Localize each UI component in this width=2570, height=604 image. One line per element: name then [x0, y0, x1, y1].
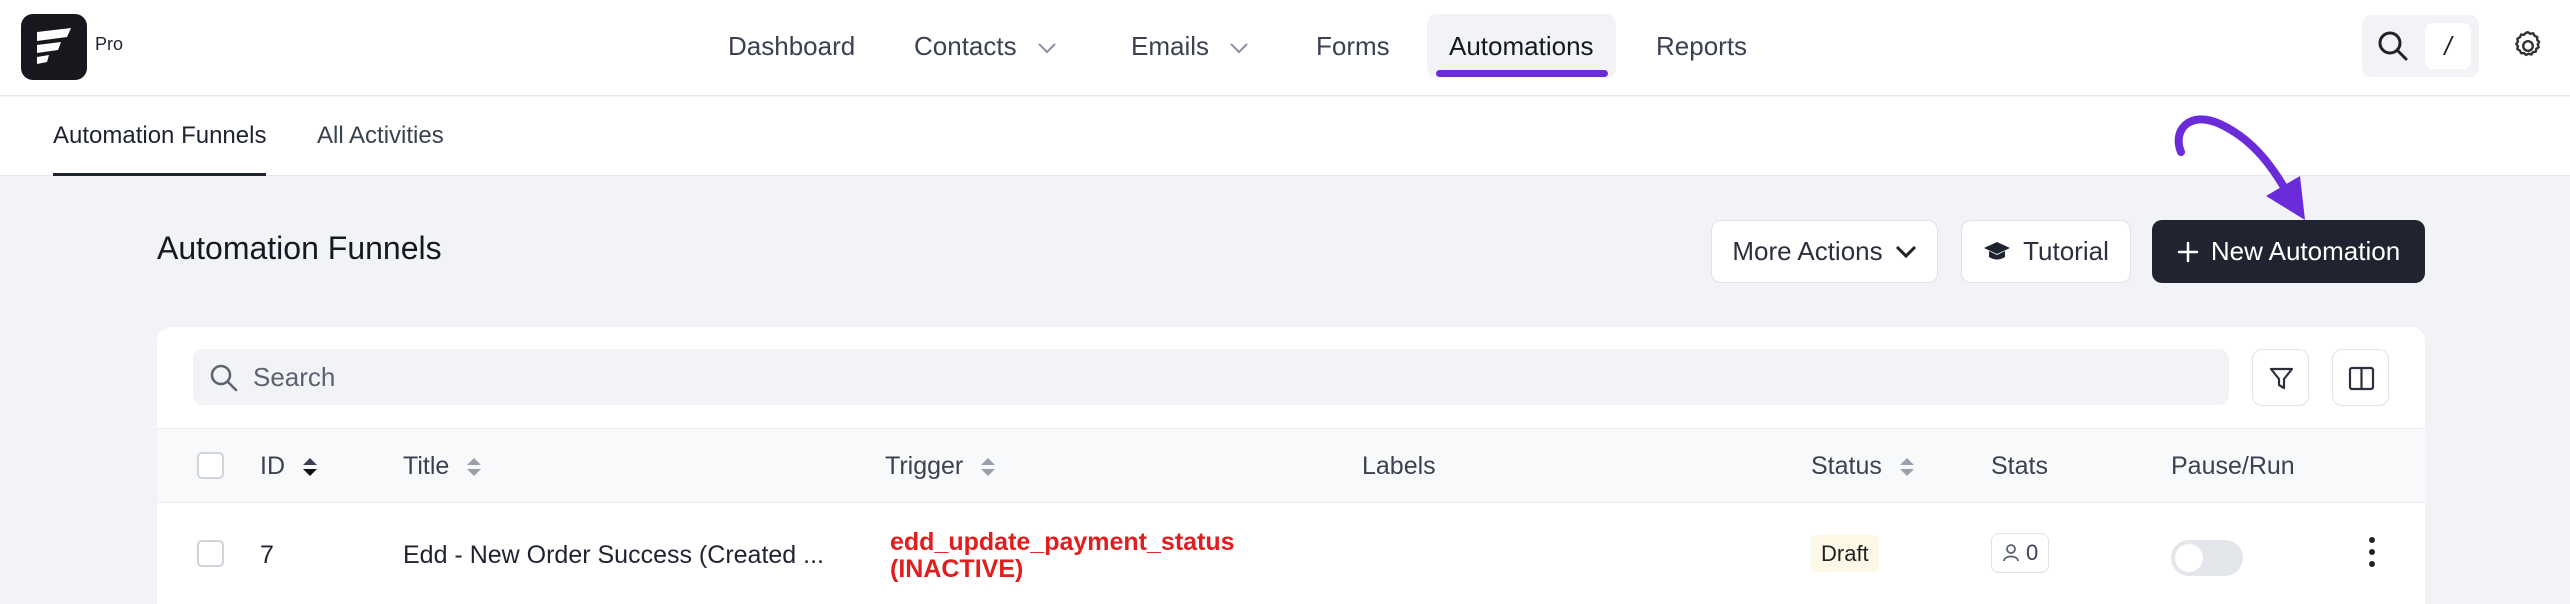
- logo-mark-icon: [37, 28, 71, 64]
- tab-automation-funnels[interactable]: Automation Funnels: [53, 97, 267, 176]
- select-all-checkbox[interactable]: [197, 452, 224, 479]
- more-actions-button[interactable]: More Actions: [1711, 220, 1938, 283]
- chevron-down-icon: [1895, 245, 1916, 258]
- nav-dashboard[interactable]: Dashboard: [728, 14, 855, 78]
- new-automation-label: New Automation: [2210, 236, 2401, 266]
- tutorial-label: Tutorial: [2023, 236, 2109, 266]
- table-row[interactable]: 7 Edd - New Order Success (Created ... e…: [157, 503, 2425, 603]
- nav-forms-label: Forms: [1316, 31, 1390, 61]
- global-search-group: /: [2362, 15, 2479, 77]
- columns-toggle-button[interactable]: [2332, 349, 2389, 406]
- graduation-cap-icon: [1984, 241, 2011, 259]
- status-badge: Draft: [1811, 535, 1879, 572]
- trigger-state: (INACTIVE): [890, 555, 1024, 583]
- top-navigation-bar: Pro Dashboard Contacts Emails Forms Auto…: [0, 0, 2570, 96]
- column-header-labels: Labels: [1362, 452, 1436, 480]
- columns-icon: [2348, 366, 2375, 391]
- row-id: 7: [260, 541, 274, 569]
- row-trigger: edd_update_payment_status (INACTIVE): [890, 529, 1235, 583]
- toggle-knob: [2175, 544, 2203, 572]
- automation-table-card: ID Title Trigger Labels Status Stats Pau…: [157, 327, 2425, 604]
- nav-reports[interactable]: Reports: [1656, 14, 1747, 78]
- nav-reports-label: Reports: [1656, 31, 1748, 61]
- filter-icon: [2269, 367, 2294, 390]
- tutorial-button[interactable]: Tutorial: [1961, 220, 2131, 283]
- plan-badge: Pro: [95, 34, 124, 54]
- pause-run-toggle[interactable]: [2171, 540, 2243, 576]
- trigger-name: edd_update_payment_status: [890, 528, 1235, 556]
- nav-contacts[interactable]: Contacts: [914, 14, 1057, 78]
- nav-dashboard-label: Dashboard: [728, 31, 856, 61]
- column-status-label: Status: [1811, 452, 1882, 480]
- column-header-trigger[interactable]: Trigger: [885, 429, 996, 504]
- column-id-label: ID: [260, 452, 285, 480]
- new-automation-button[interactable]: New Automation: [2152, 220, 2425, 283]
- filter-button[interactable]: [2252, 349, 2309, 406]
- nav-emails-label: Emails: [1131, 31, 1210, 61]
- table-header: ID Title Trigger Labels Status Stats Pau…: [157, 428, 2425, 503]
- chevron-down-icon: [1230, 43, 1248, 54]
- stats-count: 0: [2026, 540, 2039, 565]
- nav-automations[interactable]: Automations: [1427, 14, 1616, 78]
- column-title-label: Title: [403, 452, 450, 480]
- sort-icon: [302, 458, 317, 477]
- column-header-stats: Stats: [1991, 452, 2048, 480]
- column-trigger-label: Trigger: [885, 452, 964, 480]
- search-field[interactable]: [193, 349, 2229, 405]
- search-shortcut-key: /: [2425, 23, 2471, 69]
- sort-icon: [467, 458, 482, 477]
- gear-icon[interactable]: [2510, 28, 2546, 64]
- annotation-arrow-icon: [2174, 115, 2305, 220]
- nav-contacts-label: Contacts: [914, 31, 1017, 61]
- plus-icon: [2177, 241, 2199, 262]
- nav-emails[interactable]: Emails: [1131, 14, 1249, 78]
- app-logo[interactable]: [21, 14, 87, 80]
- sort-icon: [1899, 458, 1914, 477]
- row-stats[interactable]: 0: [1991, 533, 2050, 573]
- row-title-link[interactable]: Edd - New Order Success (Created ...: [403, 541, 824, 570]
- nav-automations-label: Automations: [1449, 31, 1594, 61]
- chevron-down-icon: [1037, 43, 1056, 54]
- more-actions-label: More Actions: [1732, 236, 1883, 266]
- page-title: Automation Funnels: [157, 230, 442, 266]
- column-header-status[interactable]: Status: [1811, 429, 1915, 504]
- nav-forms[interactable]: Forms: [1316, 14, 1390, 78]
- search-icon[interactable]: [2376, 29, 2410, 63]
- sort-icon: [981, 458, 996, 477]
- column-header-id[interactable]: ID: [260, 429, 318, 504]
- row-checkbox[interactable]: [197, 540, 224, 567]
- column-header-title[interactable]: Title: [403, 429, 482, 504]
- search-input[interactable]: [253, 349, 2153, 405]
- active-nav-underline: [1436, 70, 1608, 77]
- tab-all-activities[interactable]: All Activities: [317, 97, 444, 176]
- user-icon: [2003, 544, 2019, 562]
- more-options-icon[interactable]: [2367, 535, 2377, 569]
- search-icon: [210, 364, 238, 392]
- column-header-pause-run: Pause/Run: [2171, 452, 2295, 480]
